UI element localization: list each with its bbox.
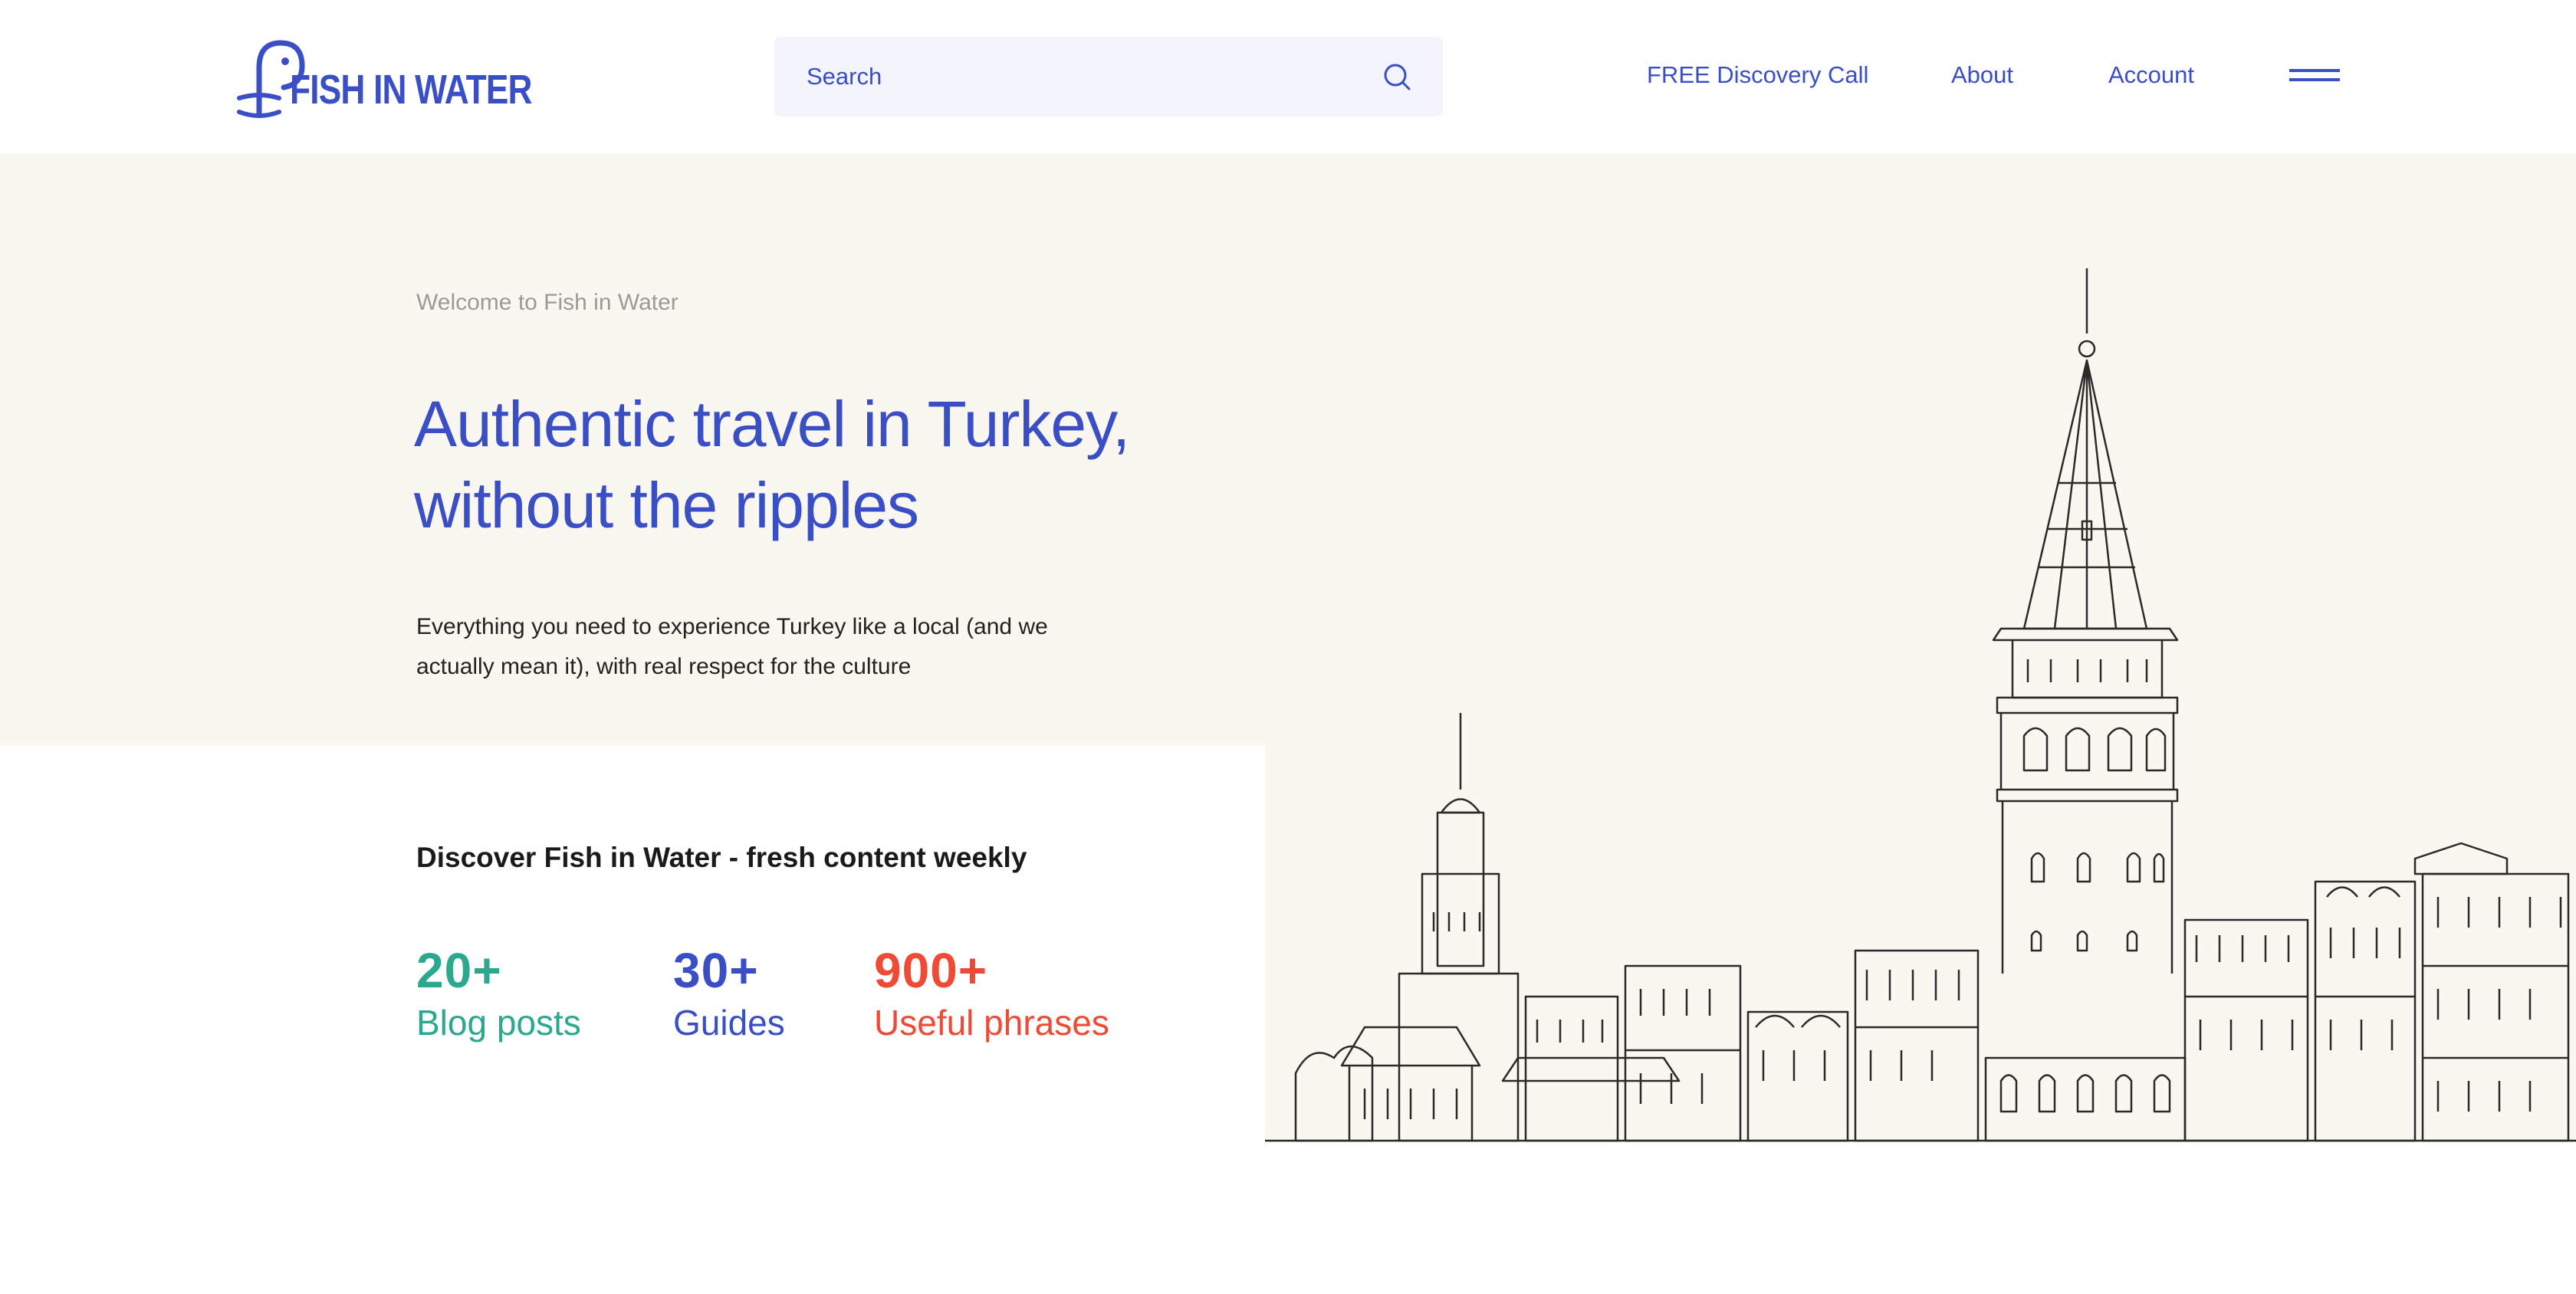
nav-free-discovery-call[interactable]: FREE Discovery Call <box>1647 58 1868 92</box>
nav-about[interactable]: About <box>1951 58 2013 92</box>
istanbul-skyline-illustration <box>1265 268 2576 1142</box>
stat-label: Blog posts <box>416 1003 581 1043</box>
menu-line <box>2289 69 2340 72</box>
search-box <box>774 37 1443 117</box>
logo[interactable]: FISH IN WATER <box>236 37 533 121</box>
stat-number: 20+ <box>416 943 502 998</box>
stat-number: 900+ <box>874 943 988 998</box>
stat-useful-phrases: 900+ Useful phrases <box>874 941 1109 1046</box>
stat-label: Guides <box>673 1003 785 1043</box>
site-header: FISH IN WATER FREE Discovery Call About … <box>0 0 2576 153</box>
welcome-text: Welcome to Fish in Water <box>416 290 678 315</box>
hero-headline: Authentic travel in Turkey, without the … <box>414 388 1130 541</box>
search-icon[interactable] <box>1382 61 1412 92</box>
hamburger-menu-icon[interactable] <box>2289 67 2340 84</box>
menu-line <box>2289 78 2340 81</box>
stat-label: Useful phrases <box>874 1003 1109 1043</box>
stat-number: 30+ <box>673 943 759 998</box>
stat-guides: 30+ Guides <box>673 941 785 1046</box>
search-input[interactable] <box>805 37 1342 117</box>
logo-text: FISH IN WATER <box>290 67 533 113</box>
stat-blog-posts: 20+ Blog posts <box>416 941 581 1046</box>
nav-account[interactable]: Account <box>2108 58 2194 92</box>
hero-description: Everything you need to experience Turkey… <box>416 614 1048 679</box>
stats-title: Discover Fish in Water - fresh content w… <box>416 842 1027 873</box>
